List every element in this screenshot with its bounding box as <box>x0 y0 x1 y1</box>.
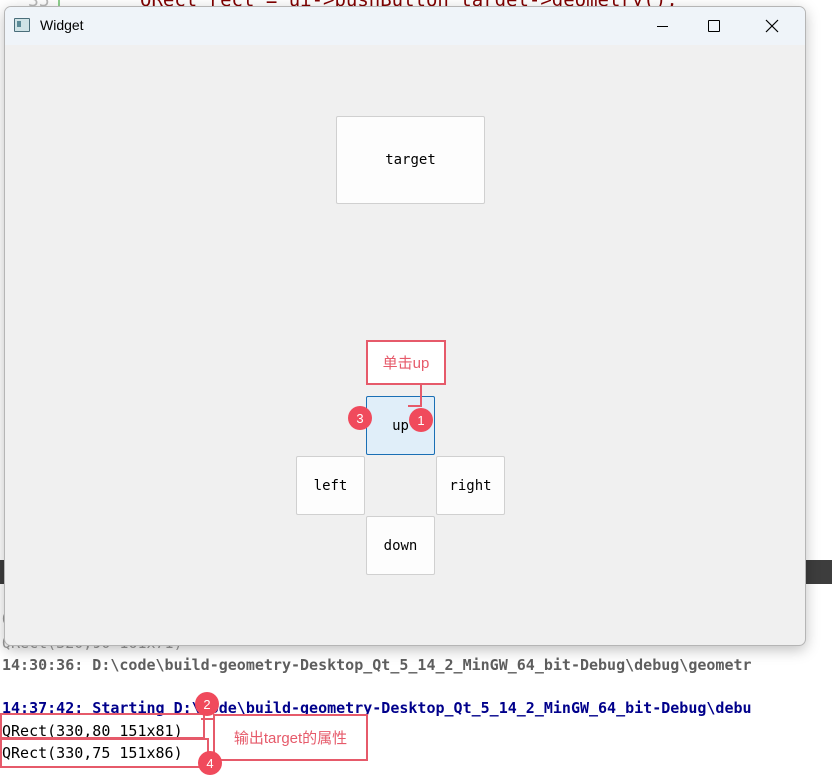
down-button[interactable]: down <box>366 516 435 575</box>
callout-connector <box>201 718 213 720</box>
title-bar[interactable]: Widget <box>5 7 805 45</box>
highlight-output-2 <box>0 738 209 768</box>
maximize-icon <box>708 20 720 32</box>
step-badge-1: 1 <box>409 408 433 432</box>
target-button[interactable]: target <box>336 116 485 204</box>
minimize-icon <box>656 25 668 27</box>
step-badge-4: 4 <box>198 751 222 775</box>
callout-connector <box>408 405 422 407</box>
maximize-button[interactable] <box>691 7 737 45</box>
callout-output-target: 输出target的属性 <box>213 714 368 761</box>
step-badge-2: 2 <box>195 692 219 716</box>
left-button[interactable]: left <box>296 456 365 515</box>
right-button[interactable]: right <box>436 456 505 515</box>
window-title: Widget <box>40 17 84 33</box>
app-icon <box>14 18 30 32</box>
close-icon <box>765 19 779 33</box>
minimize-button[interactable] <box>639 7 685 45</box>
step-badge-3: 3 <box>348 406 372 430</box>
widget-window: Widget target up left right down <box>4 6 806 646</box>
highlight-output-1 <box>0 713 205 739</box>
callout-connector <box>420 383 422 407</box>
callout-click-up: 单击up <box>366 340 446 385</box>
close-button[interactable] <box>749 7 795 45</box>
console-line-finished: 14:30:36: D:\code\build-geometry-Desktop… <box>2 656 752 674</box>
